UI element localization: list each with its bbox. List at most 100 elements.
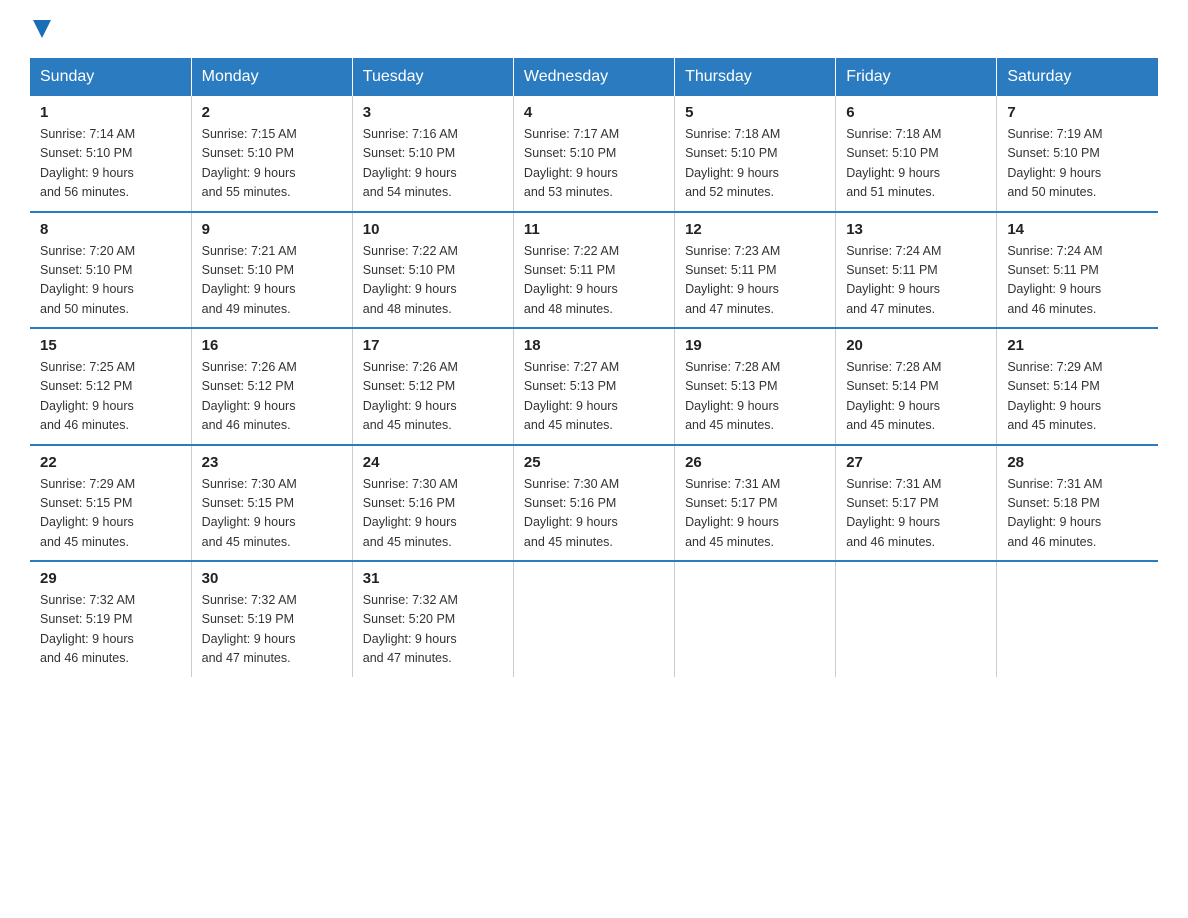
calendar-header-row: SundayMondayTuesdayWednesdayThursdayFrid… <box>30 58 1158 96</box>
day-number: 21 <box>1007 337 1148 354</box>
calendar-cell: 24Sunrise: 7:30 AMSunset: 5:16 PMDayligh… <box>352 445 513 562</box>
col-header-wednesday: Wednesday <box>513 58 674 96</box>
calendar-cell: 6 Sunrise: 7:18 AMSunset: 5:10 PMDaylight… <box>836 96 997 212</box>
day-info: Sunrise: 7:27 AMSunset: 5:13 PMDaylight:… <box>524 358 664 436</box>
day-info: Sunrise: 7:31 AMSunset: 5:18 PMDaylight:… <box>1007 475 1148 553</box>
calendar-cell: 31Sunrise: 7:32 AMSunset: 5:20 PMDayligh… <box>352 561 513 677</box>
day-number: 17 <box>363 337 503 354</box>
day-info: Sunrise: 7:23 AMSunset: 5:11 PMDaylight:… <box>685 242 825 320</box>
day-number: 20 <box>846 337 986 354</box>
day-number: 6 <box>846 104 986 121</box>
calendar-cell <box>513 561 674 677</box>
calendar-week-row: 15 Sunrise: 7:25 AMSunset: 5:12 PMDayligh… <box>30 328 1158 445</box>
day-number: 25 <box>524 454 664 471</box>
day-info: Sunrise: 7:18 AMSunset: 5:10 PMDaylight:… <box>685 125 825 203</box>
calendar-cell: 11 Sunrise: 7:22 AMSunset: 5:11 PMDayligh… <box>513 212 674 329</box>
calendar-cell: 25 Sunrise: 7:30 AMSunset: 5:16 PMDayligh… <box>513 445 674 562</box>
day-info: Sunrise: 7:15 AMSunset: 5:10 PMDaylight:… <box>202 125 342 203</box>
day-number: 13 <box>846 221 986 238</box>
day-number: 11 <box>524 221 664 238</box>
day-number: 31 <box>363 570 503 587</box>
calendar-cell: 5 Sunrise: 7:18 AMSunset: 5:10 PMDaylight… <box>675 96 836 212</box>
col-header-friday: Friday <box>836 58 997 96</box>
calendar-cell <box>675 561 836 677</box>
calendar-cell: 20 Sunrise: 7:28 AMSunset: 5:14 PMDayligh… <box>836 328 997 445</box>
day-info: Sunrise: 7:32 AMSunset: 5:19 PMDaylight:… <box>202 591 342 669</box>
day-info: Sunrise: 7:16 AMSunset: 5:10 PMDaylight:… <box>363 125 503 203</box>
day-number: 29 <box>40 570 181 587</box>
calendar-cell: 19Sunrise: 7:28 AMSunset: 5:13 PMDayligh… <box>675 328 836 445</box>
day-number: 28 <box>1007 454 1148 471</box>
calendar-cell: 15 Sunrise: 7:25 AMSunset: 5:12 PMDayligh… <box>30 328 191 445</box>
day-info: Sunrise: 7:32 AMSunset: 5:19 PMDaylight:… <box>40 591 181 669</box>
calendar-cell: 16 Sunrise: 7:26 AMSunset: 5:12 PMDayligh… <box>191 328 352 445</box>
day-info: Sunrise: 7:24 AMSunset: 5:11 PMDaylight:… <box>846 242 986 320</box>
day-info: Sunrise: 7:22 AMSunset: 5:10 PMDaylight:… <box>363 242 503 320</box>
calendar-week-row: 1 Sunrise: 7:14 AMSunset: 5:10 PMDaylight… <box>30 96 1158 212</box>
calendar-cell: 1 Sunrise: 7:14 AMSunset: 5:10 PMDaylight… <box>30 96 191 212</box>
day-info: Sunrise: 7:17 AMSunset: 5:10 PMDaylight:… <box>524 125 664 203</box>
day-info: Sunrise: 7:28 AMSunset: 5:14 PMDaylight:… <box>846 358 986 436</box>
calendar-cell: 4 Sunrise: 7:17 AMSunset: 5:10 PMDaylight… <box>513 96 674 212</box>
calendar-cell: 12 Sunrise: 7:23 AMSunset: 5:11 PMDayligh… <box>675 212 836 329</box>
day-number: 22 <box>40 454 181 471</box>
logo-triangle-icon <box>33 16 51 38</box>
day-number: 3 <box>363 104 503 121</box>
day-number: 7 <box>1007 104 1148 121</box>
day-info: Sunrise: 7:30 AMSunset: 5:16 PMDaylight:… <box>363 475 503 553</box>
calendar-cell: 17 Sunrise: 7:26 AMSunset: 5:12 PMDayligh… <box>352 328 513 445</box>
calendar-cell: 8 Sunrise: 7:20 AMSunset: 5:10 PMDaylight… <box>30 212 191 329</box>
calendar-cell <box>836 561 997 677</box>
calendar-cell: 9 Sunrise: 7:21 AMSunset: 5:10 PMDaylight… <box>191 212 352 329</box>
calendar-cell: 29 Sunrise: 7:32 AMSunset: 5:19 PMDayligh… <box>30 561 191 677</box>
calendar-cell: 14 Sunrise: 7:24 AMSunset: 5:11 PMDayligh… <box>997 212 1158 329</box>
calendar-cell: 30 Sunrise: 7:32 AMSunset: 5:19 PMDayligh… <box>191 561 352 677</box>
calendar-cell: 26 Sunrise: 7:31 AMSunset: 5:17 PMDayligh… <box>675 445 836 562</box>
calendar-cell: 10 Sunrise: 7:22 AMSunset: 5:10 PMDayligh… <box>352 212 513 329</box>
day-number: 8 <box>40 221 181 238</box>
day-number: 15 <box>40 337 181 354</box>
day-info: Sunrise: 7:21 AMSunset: 5:10 PMDaylight:… <box>202 242 342 320</box>
day-number: 23 <box>202 454 342 471</box>
day-number: 19 <box>685 337 825 354</box>
day-info: Sunrise: 7:25 AMSunset: 5:12 PMDaylight:… <box>40 358 181 436</box>
calendar-cell: 22 Sunrise: 7:29 AMSunset: 5:15 PMDayligh… <box>30 445 191 562</box>
page-header <box>30 20 1158 38</box>
day-number: 10 <box>363 221 503 238</box>
calendar-cell: 3 Sunrise: 7:16 AMSunset: 5:10 PMDaylight… <box>352 96 513 212</box>
day-info: Sunrise: 7:29 AMSunset: 5:14 PMDaylight:… <box>1007 358 1148 436</box>
day-number: 1 <box>40 104 181 121</box>
day-info: Sunrise: 7:30 AMSunset: 5:16 PMDaylight:… <box>524 475 664 553</box>
day-info: Sunrise: 7:22 AMSunset: 5:11 PMDaylight:… <box>524 242 664 320</box>
day-number: 18 <box>524 337 664 354</box>
day-number: 26 <box>685 454 825 471</box>
calendar-cell: 13 Sunrise: 7:24 AMSunset: 5:11 PMDayligh… <box>836 212 997 329</box>
day-info: Sunrise: 7:26 AMSunset: 5:12 PMDaylight:… <box>363 358 503 436</box>
day-info: Sunrise: 7:24 AMSunset: 5:11 PMDaylight:… <box>1007 242 1148 320</box>
day-number: 14 <box>1007 221 1148 238</box>
col-header-sunday: Sunday <box>30 58 191 96</box>
day-info: Sunrise: 7:19 AMSunset: 5:10 PMDaylight:… <box>1007 125 1148 203</box>
col-header-monday: Monday <box>191 58 352 96</box>
calendar-table: SundayMondayTuesdayWednesdayThursdayFrid… <box>30 58 1158 677</box>
calendar-week-row: 29 Sunrise: 7:32 AMSunset: 5:19 PMDayligh… <box>30 561 1158 677</box>
col-header-thursday: Thursday <box>675 58 836 96</box>
day-info: Sunrise: 7:26 AMSunset: 5:12 PMDaylight:… <box>202 358 342 436</box>
day-number: 16 <box>202 337 342 354</box>
day-number: 9 <box>202 221 342 238</box>
day-info: Sunrise: 7:20 AMSunset: 5:10 PMDaylight:… <box>40 242 181 320</box>
day-info: Sunrise: 7:18 AMSunset: 5:10 PMDaylight:… <box>846 125 986 203</box>
calendar-cell: 2Sunrise: 7:15 AMSunset: 5:10 PMDaylight… <box>191 96 352 212</box>
calendar-cell: 7 Sunrise: 7:19 AMSunset: 5:10 PMDaylight… <box>997 96 1158 212</box>
day-info: Sunrise: 7:31 AMSunset: 5:17 PMDaylight:… <box>685 475 825 553</box>
calendar-cell: 21 Sunrise: 7:29 AMSunset: 5:14 PMDayligh… <box>997 328 1158 445</box>
day-number: 30 <box>202 570 342 587</box>
day-info: Sunrise: 7:14 AMSunset: 5:10 PMDaylight:… <box>40 125 181 203</box>
day-number: 5 <box>685 104 825 121</box>
col-header-tuesday: Tuesday <box>352 58 513 96</box>
col-header-saturday: Saturday <box>997 58 1158 96</box>
day-number: 4 <box>524 104 664 121</box>
day-number: 12 <box>685 221 825 238</box>
calendar-week-row: 22 Sunrise: 7:29 AMSunset: 5:15 PMDayligh… <box>30 445 1158 562</box>
day-info: Sunrise: 7:29 AMSunset: 5:15 PMDaylight:… <box>40 475 181 553</box>
